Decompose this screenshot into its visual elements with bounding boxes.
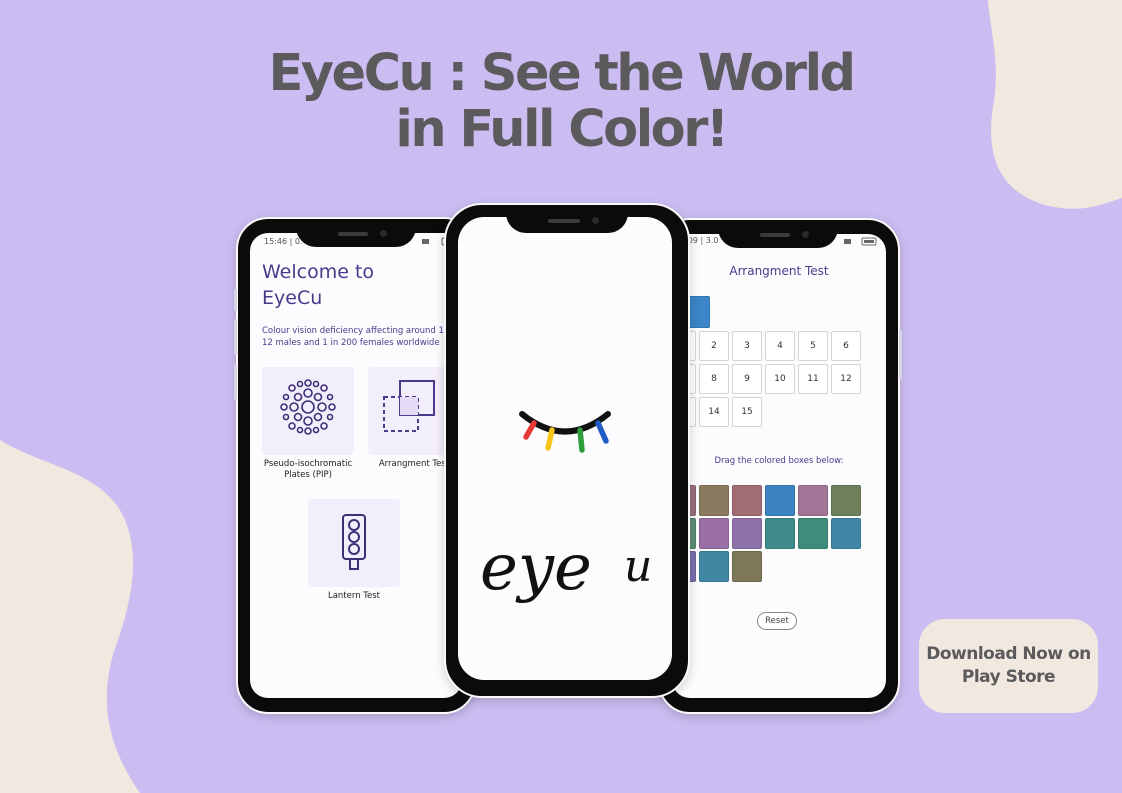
arrangement-title: Arrangment Test — [729, 264, 829, 278]
phone-side-button — [234, 289, 237, 311]
phone-home: 15:46 | 0.4 Welcome to EyeCu Colour visi… — [234, 217, 476, 714]
eyelash-yellow — [545, 427, 555, 451]
download-play-store-button[interactable]: Download Now on Play Store — [919, 619, 1098, 713]
traffic-light-icon — [342, 514, 366, 570]
number-slot[interactable]: 5 — [798, 331, 828, 361]
lantern-test-label: Lantern Test — [327, 591, 381, 601]
welcome-title-line2: EyeCu — [262, 287, 323, 309]
bottom-left-blob — [0, 440, 140, 793]
lantern-test-tile[interactable] — [308, 499, 400, 587]
eyelash-red — [523, 420, 537, 440]
phone-notch — [296, 219, 416, 247]
logo-word-eye: eye — [480, 531, 592, 605]
welcome-title: Welcome to EyeCu — [262, 259, 442, 311]
phone-side-button — [234, 364, 237, 400]
headline-line1: EyeCu : See the World — [268, 44, 856, 103]
cta-line1: Download Now on — [926, 644, 1091, 664]
number-slot[interactable]: 4 — [765, 331, 795, 361]
arrangement-screen: 5:09 | 3.0 Arrangment Test 1234567891011… — [672, 234, 886, 698]
splash-screen: eye u — [458, 217, 672, 680]
number-slot[interactable]: 9 — [732, 364, 762, 394]
draggable-color-box[interactable] — [831, 518, 861, 549]
phone-splash: eye u — [444, 203, 690, 698]
eyecu-logo: eye u — [480, 411, 652, 605]
draggable-color-box[interactable] — [699, 485, 729, 516]
draggable-color-box[interactable] — [798, 485, 828, 516]
phone-side-button — [899, 330, 902, 380]
front-camera — [802, 231, 809, 238]
speaker — [338, 232, 368, 236]
eyelash-blue — [595, 420, 609, 444]
number-slot[interactable]: 8 — [699, 364, 729, 394]
phone-notch — [506, 205, 628, 233]
number-slot[interactable]: 10 — [765, 364, 795, 394]
arrangement-test-tile[interactable] — [368, 367, 450, 455]
front-camera — [592, 217, 599, 224]
draggable-color-box[interactable] — [798, 518, 828, 549]
cta-line2: Play Store — [961, 667, 1056, 687]
number-slot[interactable]: 15 — [732, 397, 762, 427]
pip-test-label: Pseudo-isochromatic Plates (PIP) — [263, 459, 353, 480]
reset-button[interactable]: Reset — [757, 612, 797, 630]
welcome-subtitle: Colour vision deficiency affecting aroun… — [262, 326, 455, 348]
dot-plate-icon — [280, 379, 336, 435]
wifi-icon — [844, 239, 851, 244]
pip-test-tile[interactable] — [262, 367, 354, 455]
phone-arrangement: 5:09 | 3.0 Arrangment Test 1234567891011… — [658, 218, 902, 714]
draggable-color-box[interactable] — [765, 485, 795, 516]
number-slot[interactable]: 3 — [732, 331, 762, 361]
draggable-color-box[interactable] — [732, 551, 762, 582]
number-slot[interactable]: 6 — [831, 331, 861, 361]
number-slot[interactable]: 12 — [831, 364, 861, 394]
draggable-color-box[interactable] — [732, 485, 762, 516]
overlapping-squares-icon — [383, 380, 435, 432]
phone-side-button — [234, 319, 237, 355]
speaker — [760, 233, 790, 237]
headline-line2: in Full Color! — [395, 100, 729, 159]
speaker — [548, 219, 580, 223]
drag-instruction: Drag the colored boxes below: — [714, 456, 844, 466]
logo-word-u: u — [624, 541, 652, 592]
draggable-color-box[interactable] — [699, 551, 729, 582]
draggable-color-box[interactable] — [732, 518, 762, 549]
home-screen: 15:46 | 0.4 Welcome to EyeCu Colour visi… — [250, 233, 462, 698]
number-slot[interactable]: 14 — [699, 397, 729, 427]
front-camera — [380, 230, 387, 237]
status-icons — [844, 237, 877, 246]
draggable-color-box[interactable] — [831, 485, 861, 516]
wifi-icon — [422, 239, 429, 244]
number-slot[interactable]: 2 — [699, 331, 729, 361]
welcome-title-line1: Welcome to — [262, 261, 375, 283]
phone-notch — [718, 220, 838, 248]
draggable-color-box[interactable] — [765, 518, 795, 549]
draggable-color-box[interactable] — [699, 518, 729, 549]
eyelash-green — [577, 427, 585, 453]
number-slot[interactable]: 11 — [798, 364, 828, 394]
